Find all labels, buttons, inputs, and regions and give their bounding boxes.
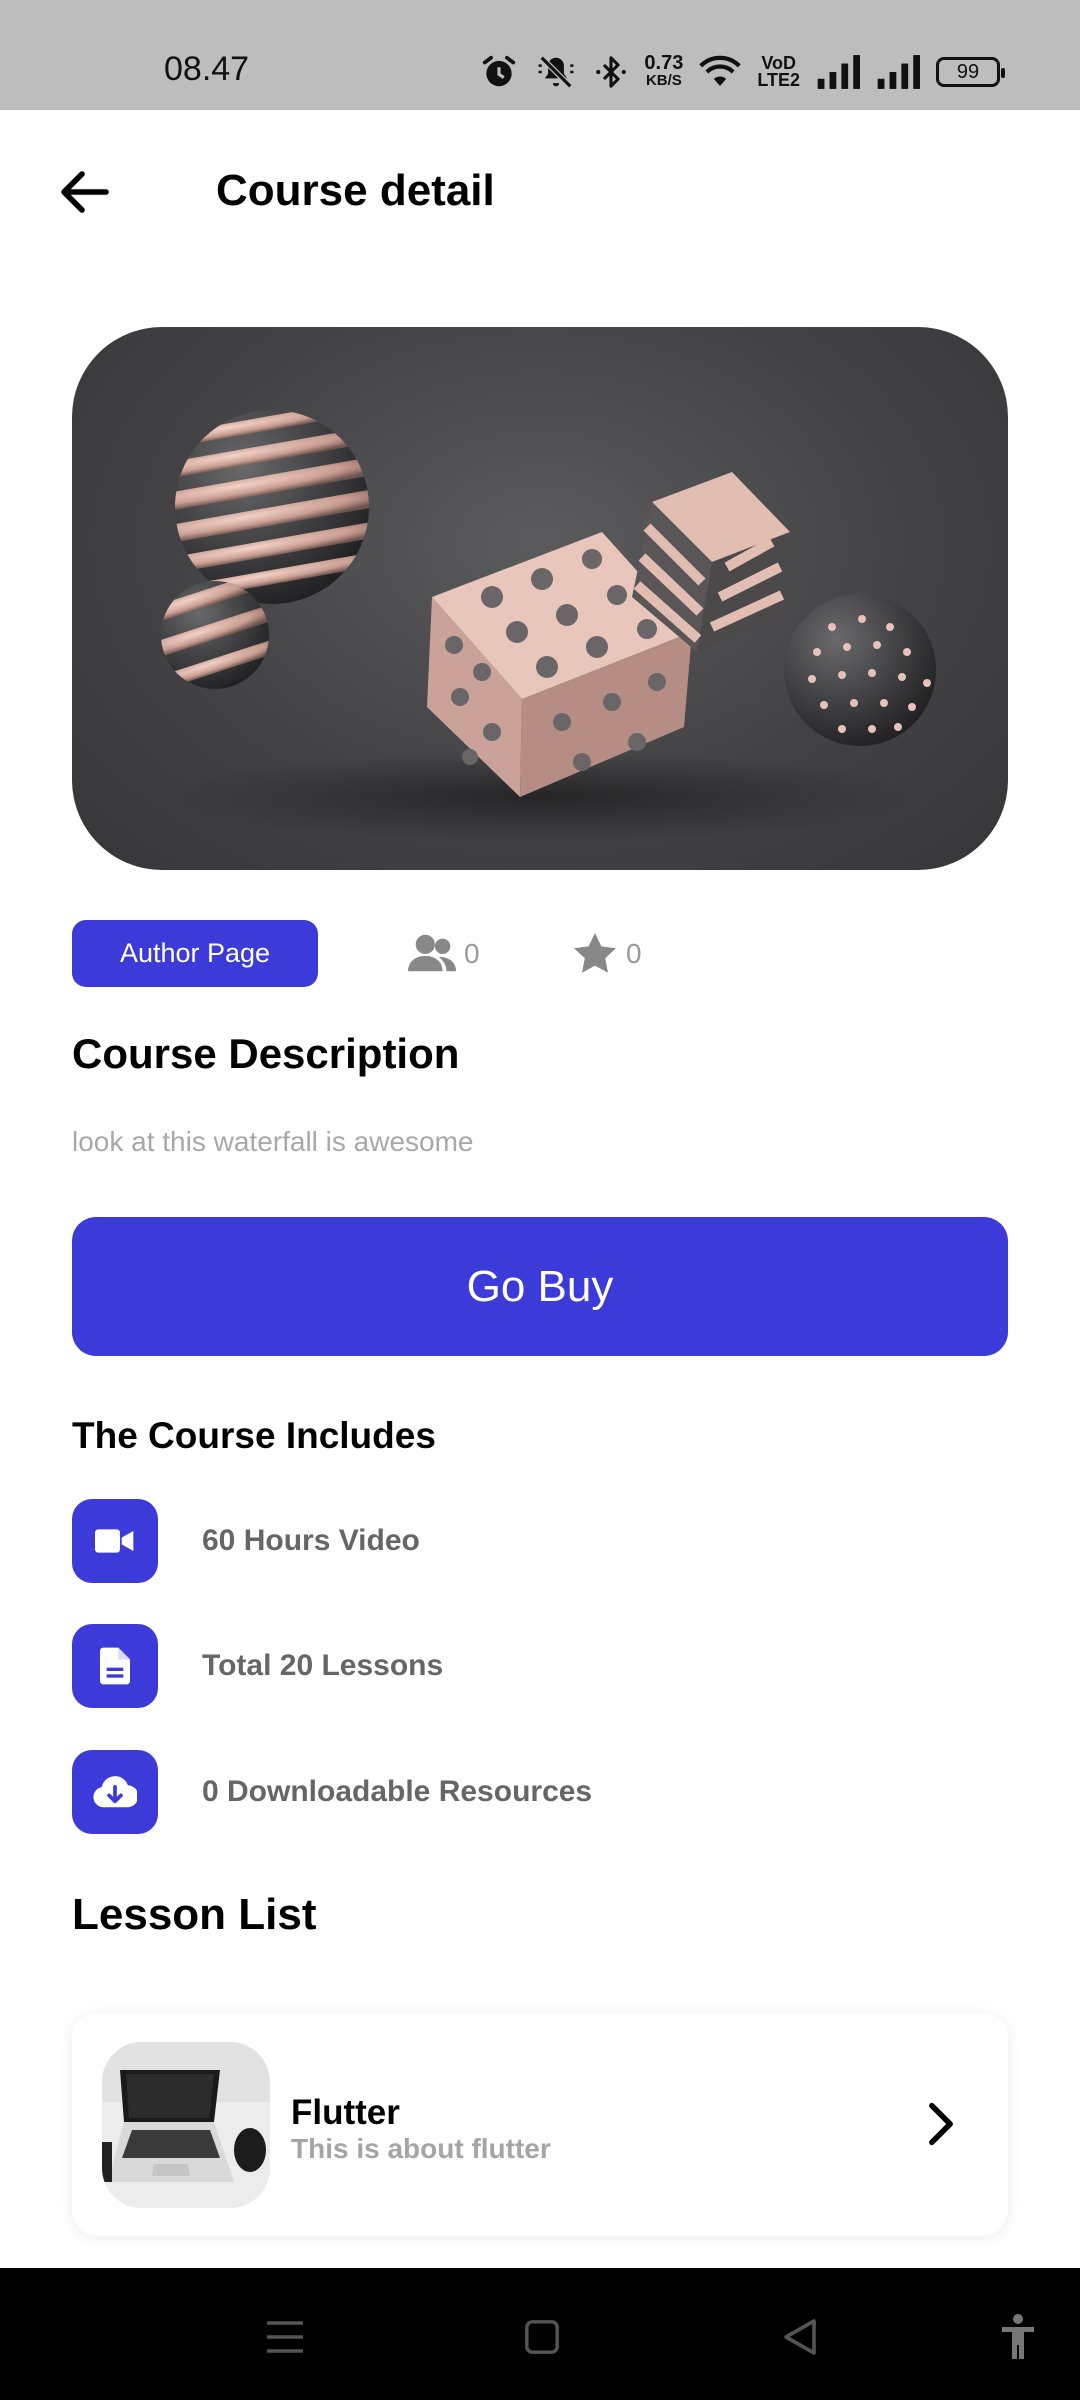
- include-item-video: 60 Hours Video: [72, 1499, 420, 1583]
- rating: 0: [570, 930, 642, 978]
- signal-icon: [817, 55, 860, 89]
- include-item-label: Total 20 Lessons: [202, 1649, 444, 1682]
- lesson-card[interactable]: Flutter This is about flutter: [72, 2013, 1008, 2236]
- status-bar: 08.47 0.73 KB/S VoD LTE2 99: [0, 0, 1080, 110]
- network-speed-value: 0.73: [644, 52, 684, 74]
- back-button[interactable]: [52, 160, 116, 224]
- network-speed: 0.73 KB/S: [644, 52, 684, 90]
- rating-value: 0: [626, 938, 642, 969]
- page-title: Course detail: [216, 166, 495, 215]
- volte-bottom: LTE2: [757, 70, 800, 90]
- alarm-icon: [483, 55, 516, 87]
- course-includes-heading: The Course Includes: [72, 1415, 436, 1456]
- menu-icon[interactable]: [260, 2312, 310, 2362]
- system-nav-bar: [0, 2268, 1080, 2400]
- bluetooth-icon: [596, 56, 627, 88]
- lesson-list-heading: Lesson List: [72, 1890, 317, 1939]
- mute-icon: [538, 55, 574, 89]
- students-count-value: 0: [464, 938, 480, 969]
- course-description-text: look at this waterfall is awesome: [72, 1126, 474, 1157]
- students-count: 0: [408, 930, 480, 978]
- home-square-icon[interactable]: [517, 2312, 567, 2362]
- accessibility-icon[interactable]: [993, 2312, 1043, 2362]
- network-speed-unit: KB/S: [645, 72, 682, 89]
- document-icon: [72, 1624, 158, 1708]
- back-triangle-icon[interactable]: [775, 2312, 825, 2362]
- wifi-icon: [699, 55, 742, 86]
- lesson-subtitle: This is about flutter: [291, 2133, 551, 2164]
- course-hero-image: [72, 327, 1008, 870]
- star-icon: [574, 933, 616, 973]
- arrow-left-icon: [61, 171, 109, 213]
- author-page-button[interactable]: Author Page: [72, 920, 318, 987]
- volte-indicator: VoD LTE2: [757, 54, 800, 90]
- cloud-download-icon: [72, 1750, 158, 1834]
- include-item-lessons: Total 20 Lessons: [72, 1624, 443, 1708]
- chevron-right-icon[interactable]: [916, 2099, 966, 2149]
- status-icons: 0.73 KB/S VoD LTE2 99: [480, 50, 1005, 94]
- users-icon: [408, 934, 457, 972]
- battery-icon: 99: [936, 57, 1005, 87]
- course-description-heading: Course Description: [72, 1030, 460, 1077]
- go-buy-button[interactable]: Go Buy: [72, 1217, 1008, 1356]
- signal-icon: [877, 55, 920, 89]
- video-camera-icon: [72, 1499, 158, 1583]
- include-item-resources: 0 Downloadable Resources: [72, 1750, 592, 1834]
- lesson-title: Flutter: [291, 2093, 400, 2132]
- status-time: 08.47: [164, 50, 250, 88]
- lesson-thumbnail: [102, 2042, 270, 2208]
- include-item-label: 60 Hours Video: [202, 1524, 420, 1557]
- include-item-label: 0 Downloadable Resources: [202, 1775, 593, 1808]
